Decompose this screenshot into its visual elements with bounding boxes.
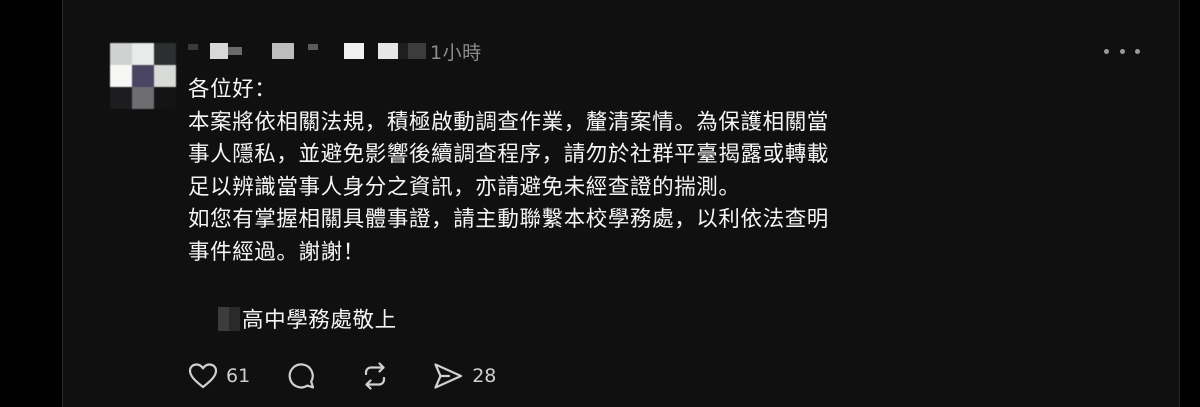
post-header: 1小時 [188, 36, 482, 66]
post-body-line: 事人隱私，並避免影響後續調查程序，請勿於社群平臺揭露或轉載 [188, 142, 829, 168]
share-button[interactable]: 28 [432, 361, 496, 391]
post-body: 各位好： 本案將依相關法規，積極啟動調查作業，釐清案情。為保護相關當 事人隱私，… [188, 74, 988, 270]
repost-icon [365, 362, 386, 390]
share-count: 28 [472, 365, 497, 387]
post-body-line: 本案將依相關法規，積極啟動調查作業，釐清案情。為保護相關當 [188, 109, 829, 135]
avatar[interactable] [110, 43, 176, 109]
like-button[interactable]: 61 [188, 362, 250, 390]
school-name-obscured [218, 306, 240, 331]
app-background: 1小時 各位好： 本案將依相關法規，積極啟動調查作業，釐清案情。為保護相關當 事… [0, 0, 1200, 407]
post-body-line: 事件經過。謝謝！ [188, 239, 365, 265]
repost-button[interactable] [360, 361, 390, 391]
action-bar: 61 28 [188, 358, 496, 394]
post-timestamp: 1小時 [430, 41, 482, 64]
like-count: 61 [226, 365, 251, 387]
post-body-line: 如您有掌握相關具體事證，請主動聯繫本校學務處，以利依法查明 [188, 207, 829, 233]
post-body-line: 各位好： [188, 77, 277, 102]
comment-button[interactable] [286, 361, 316, 391]
comment-icon [288, 363, 315, 389]
send-icon [434, 363, 463, 389]
post-body-line: 足以辨識當事人身分之資訊，亦請避免未經查證的揣測。 [188, 174, 741, 200]
username-obscured[interactable] [188, 41, 426, 61]
post-signature: 高中學務處敬上 [218, 303, 397, 334]
heart-icon [188, 363, 218, 389]
signature-text: 高中學務處敬上 [242, 308, 397, 333]
more-horizontal-icon[interactable] [1104, 44, 1140, 58]
